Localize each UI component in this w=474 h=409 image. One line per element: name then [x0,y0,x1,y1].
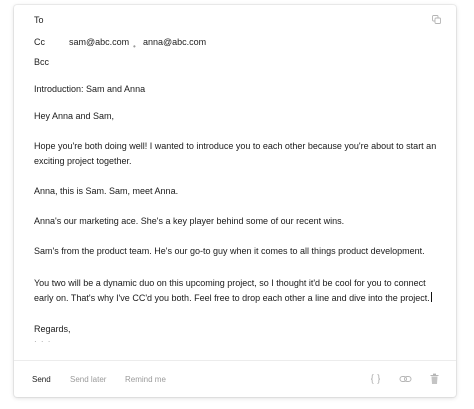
footer-divider [14,360,456,361]
bcc-label: Bcc [34,57,50,67]
remind-me-button[interactable]: Remind me [125,375,166,385]
message-body-editor[interactable] [30,108,442,353]
cc-recipient-anna[interactable]: anna@abc.com [143,37,206,48]
trash-icon[interactable] [430,373,439,385]
cc-recipient-sam[interactable]: sam@abc.com [69,37,129,48]
send-button[interactable]: Send [32,375,51,385]
bcc-input[interactable] [60,54,420,70]
link-icon[interactable] [399,373,412,385]
recipient-separator: • [133,42,136,51]
to-label: To [34,15,44,25]
curly-braces-icon[interactable] [370,373,381,385]
copy-icon[interactable] [432,15,441,24]
subject-field[interactable]: Introduction: Sam and Anna [34,82,438,97]
to-input[interactable] [60,12,420,28]
cc-label: Cc [34,37,45,47]
send-later-button[interactable]: Send later [70,375,106,385]
